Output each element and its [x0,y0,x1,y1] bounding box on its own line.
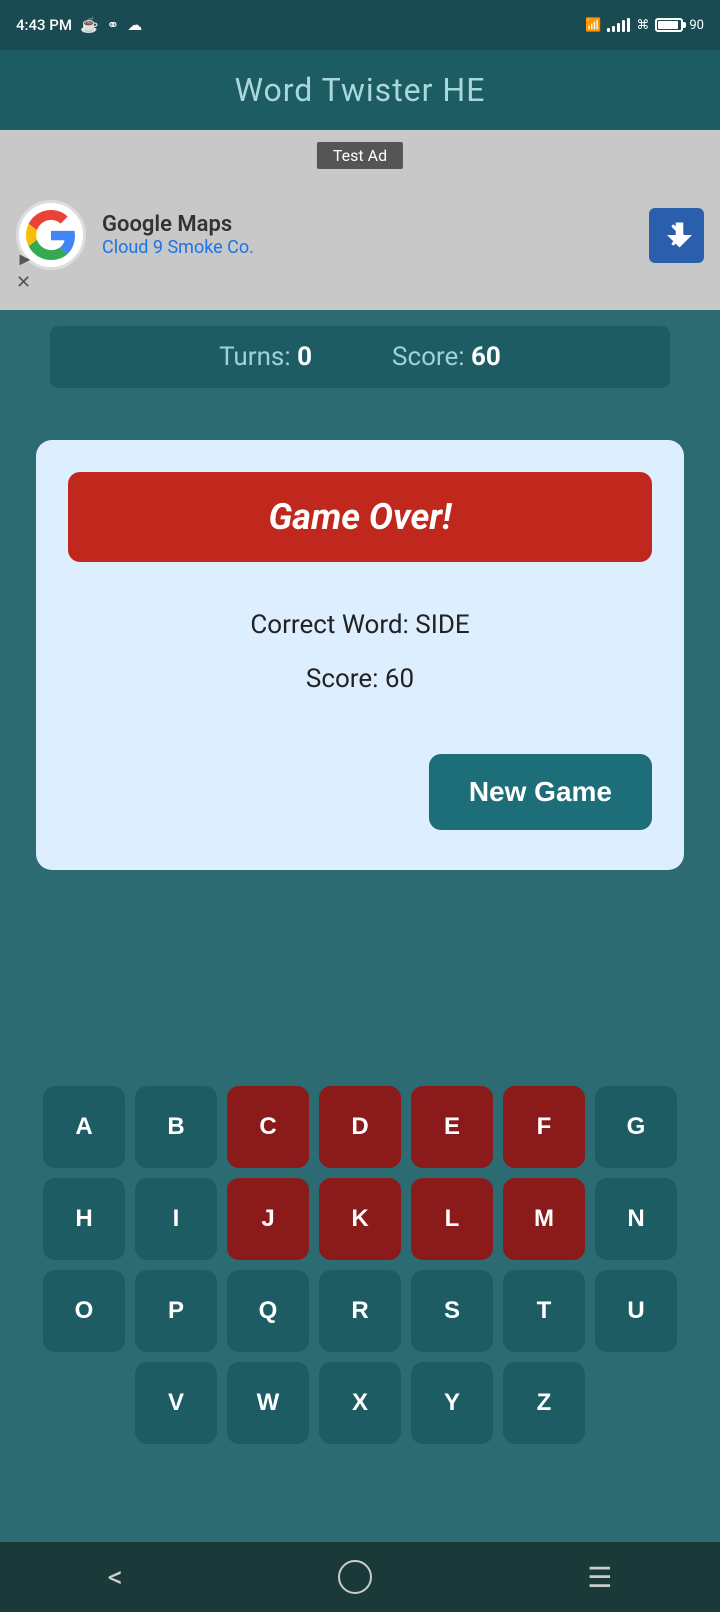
battery-icon [655,18,683,32]
score-display: Score: 60 [392,342,501,372]
key-d[interactable]: D [319,1086,401,1168]
usb-icon: ⚭ [107,16,120,34]
ad-close-icons[interactable]: ► ✕ [16,249,34,294]
key-f[interactable]: F [503,1086,585,1168]
ad-banner[interactable]: Test Ad Google Maps Cloud 9 Smoke Co. ► … [0,130,720,310]
new-game-button[interactable]: New Game [429,754,652,830]
ad-subtitle: Cloud 9 Smoke Co. [102,237,633,258]
ad-company-name: Google Maps [102,212,633,237]
app-title: Word Twister HE [235,71,486,109]
game-over-title: Game Over! [268,496,451,538]
ad-label: Test Ad [317,142,403,169]
key-j[interactable]: J [227,1178,309,1260]
game-over-banner: Game Over! [68,472,652,562]
status-bar-right: 📶 ⌘ 90 [585,18,704,33]
keyboard-row: ABCDEFG [8,1086,712,1168]
keyboard-row: VWXYZ [8,1362,712,1444]
key-a[interactable]: A [43,1086,125,1168]
correct-word-display: Correct Word: SIDE [68,610,652,640]
key-p[interactable]: P [135,1270,217,1352]
keyboard-row: HIJKLMN [8,1178,712,1260]
key-k[interactable]: K [319,1178,401,1260]
ad-play-icon[interactable]: ► [16,249,34,271]
key-g[interactable]: G [595,1086,677,1168]
battery-percent: 90 [689,18,704,33]
key-m[interactable]: M [503,1178,585,1260]
status-bar-left: 4:43 PM ☕ ⚭ ☁ [16,16,142,34]
key-z[interactable]: Z [503,1362,585,1444]
bottom-nav: < ☰ [0,1542,720,1612]
menu-button[interactable]: ☰ [587,1561,612,1594]
key-h[interactable]: H [43,1178,125,1260]
keyboard-row: OPQRSTU [8,1270,712,1352]
wifi-icon: ⌘ [636,18,649,33]
key-e[interactable]: E [411,1086,493,1168]
key-t[interactable]: T [503,1270,585,1352]
key-v[interactable]: V [135,1362,217,1444]
cloud-icon: ☁ [127,16,142,34]
home-button[interactable] [338,1560,372,1594]
key-q[interactable]: Q [227,1270,309,1352]
key-l[interactable]: L [411,1178,493,1260]
key-c[interactable]: C [227,1086,309,1168]
back-button[interactable]: < [108,1560,123,1595]
key-x[interactable]: X [319,1362,401,1444]
key-s[interactable]: S [411,1270,493,1352]
key-n[interactable]: N [595,1178,677,1260]
key-o[interactable]: O [43,1270,125,1352]
key-i[interactable]: I [135,1178,217,1260]
key-w[interactable]: W [227,1362,309,1444]
key-y[interactable]: Y [411,1362,493,1444]
whatsapp-icon: ☕ [80,16,99,34]
status-bar: 4:43 PM ☕ ⚭ ☁ 📶 ⌘ 90 [0,0,720,50]
score-bar: Turns: 0 Score: 60 [50,326,670,388]
ad-close-icon[interactable]: ✕ [16,272,34,294]
key-b[interactable]: B [135,1086,217,1168]
app-header: Word Twister HE [0,50,720,130]
ad-arrow-icon[interactable] [649,208,704,263]
signal-icon [607,18,630,32]
ad-text-block: Google Maps Cloud 9 Smoke Co. [102,212,633,258]
vibrate-icon: 📶 [585,18,601,33]
game-over-modal: Game Over! Correct Word: SIDE Score: 60 … [36,440,684,870]
turns-display: Turns: 0 [219,342,312,372]
key-u[interactable]: U [595,1270,677,1352]
time-display: 4:43 PM [16,16,72,34]
modal-score-display: Score: 60 [68,664,652,694]
keyboard: ABCDEFG HIJKLMN OPQRSTU VWXYZ [0,1070,720,1470]
key-r[interactable]: R [319,1270,401,1352]
